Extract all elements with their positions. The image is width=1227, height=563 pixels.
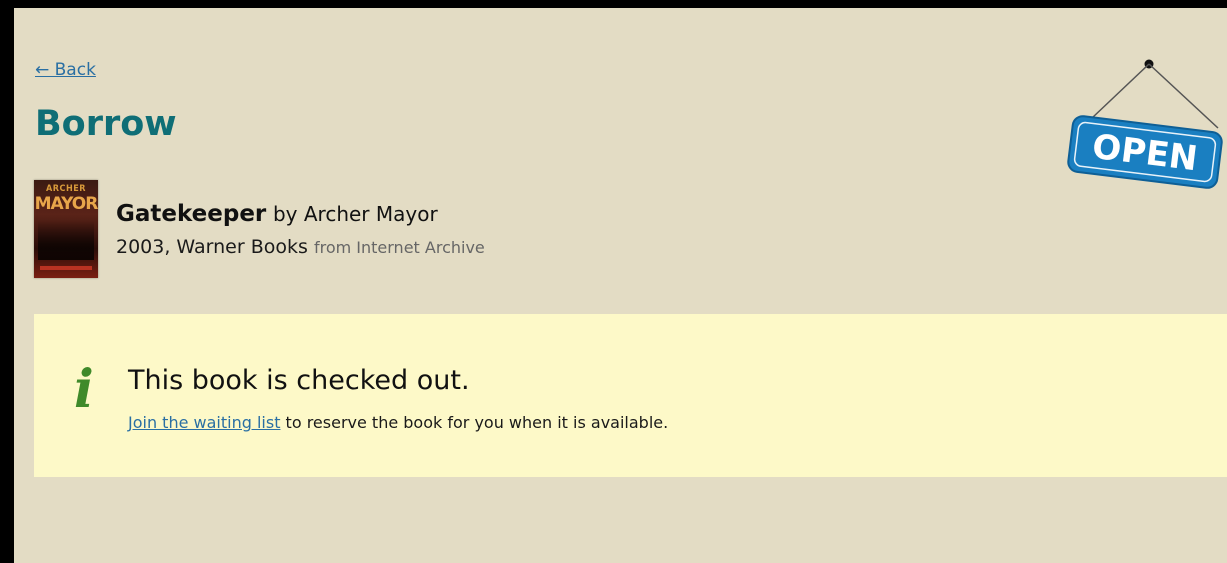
book-title: Gatekeeper [116,201,267,227]
book-author: by Archer Mayor [272,202,438,226]
page-frame: ← Back Borrow ARCHER MAYOR Gatekeeper by… [14,8,1227,563]
back-link[interactable]: ← Back [35,60,96,80]
book-title-line: Gatekeeper by Archer Mayor [116,201,438,227]
book-publication-line: 2003, Warner Books from Internet Archive [116,236,485,258]
cover-author-first: ARCHER [46,184,86,194]
page-title: Borrow [35,104,177,144]
cover-author-last: MAYOR [34,194,98,214]
open-sign-icon: OPEN [1067,59,1223,189]
sign-string-right [1148,63,1219,129]
notice-body: Join the waiting list to reserve the boo… [128,413,668,432]
book-source: from Internet Archive [313,238,485,257]
checked-out-notice: i This book is checked out. Join the wai… [34,314,1227,477]
sign-string-left [1091,63,1150,119]
book-cover-image[interactable]: ARCHER MAYOR [34,180,98,278]
notice-body-text: to reserve the book for you when it is a… [280,413,669,432]
info-icon: i [74,359,94,420]
notice-heading: This book is checked out. [128,365,470,396]
book-year-publisher: 2003, Warner Books [116,236,308,258]
cover-art [38,220,94,260]
cover-strip [40,266,92,270]
join-waiting-list-link[interactable]: Join the waiting list [128,413,280,432]
